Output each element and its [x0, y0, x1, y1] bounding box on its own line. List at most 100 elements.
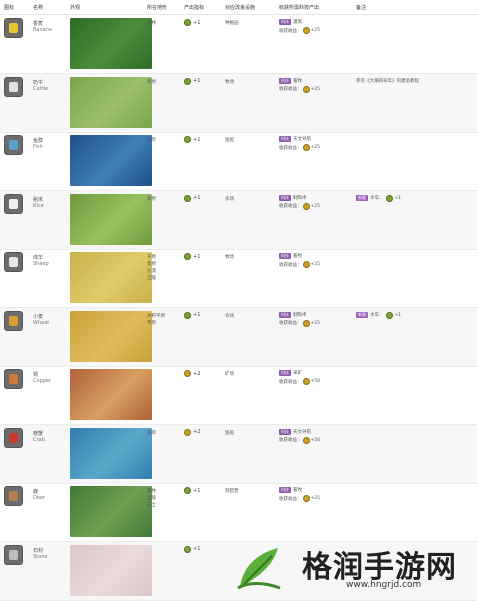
- harvest-value: +25: [310, 496, 321, 501]
- terrain-list: 草原: [147, 79, 156, 86]
- resource-name-cn: 螃蟹: [33, 430, 44, 437]
- watermark: 格润手游网 www.hngrjd.com: [228, 540, 477, 600]
- resource-thumbnail: [70, 427, 152, 479]
- resource-thumbnail: [70, 252, 152, 303]
- resource-symbol: [9, 23, 18, 33]
- resource-name-cn: 小麦: [33, 313, 44, 320]
- harvest-label: 收获收益：: [279, 87, 302, 92]
- resource-name-cn: 奶牛: [33, 79, 44, 86]
- tech-required: 科技 制陶术: [279, 194, 307, 201]
- resource-icon: [4, 486, 23, 506]
- resource-name-en: Sheep: [33, 261, 49, 267]
- terrain-item: 森林: [147, 489, 156, 494]
- tech-required: 科技 采矿: [279, 370, 302, 376]
- harvest-label: 收获收益：: [279, 145, 302, 151]
- harvest: 收获收益： +25: [279, 85, 320, 93]
- gold-coin-icon: [302, 144, 310, 151]
- resource-icon: [4, 76, 23, 97]
- note: 参见《大潮四号年》的建造教程: [356, 78, 419, 84]
- yield-value: +1: [193, 312, 201, 318]
- resource-icon: [4, 252, 23, 272]
- yield-value: +1: [193, 253, 201, 260]
- resource-thumbnail: [70, 135, 152, 186]
- gold-coin-icon: [184, 428, 191, 436]
- resource-name-cn: 绵羊: [33, 255, 44, 261]
- tech-required: 科技 畜牧: [279, 487, 302, 493]
- gold-coin-icon: [184, 545, 191, 553]
- col-appearance: 外观: [70, 5, 81, 11]
- tech-name: 畜牧: [293, 254, 302, 259]
- terrain-item: 平原: [147, 320, 156, 326]
- resource-name-en: Cattle: [33, 85, 48, 92]
- harvest-label: 收获收益：: [279, 321, 302, 326]
- resource-name-cn: 香蕉: [33, 21, 44, 27]
- tech-required: 科技 天文导航: [279, 136, 311, 142]
- tech-required: 科技 天文导航: [279, 428, 311, 435]
- improvement: 牧场: [225, 255, 234, 260]
- table-row: 小麦 Wheat 冲积平原 平原 +1 农场 科技 制陶术 收获收益： +25 新版 水车： +1: [0, 307, 477, 367]
- resource-thumbnail: [70, 193, 152, 245]
- terrain-item: 丘陵: [147, 276, 156, 281]
- harvest: 收获收益： +25: [279, 202, 320, 210]
- terrain-list: 草原: [147, 196, 156, 203]
- harvest-value: +50: [310, 437, 321, 443]
- resource-symbol: [9, 491, 18, 501]
- resource-name-en: Deer: [33, 495, 46, 501]
- terrain-item: 海岸: [147, 138, 156, 143]
- tech-required: 科技 制陶术: [279, 311, 307, 318]
- tech-tag: 科技: [279, 370, 291, 376]
- resource-name-en: Stone: [33, 553, 48, 560]
- leaf-logo-icon: [237, 548, 281, 590]
- note: 新版 水车： +1: [356, 194, 402, 202]
- yield: +2: [184, 428, 201, 436]
- gold-coin-icon: [302, 495, 310, 502]
- col-note: 备注: [356, 5, 367, 11]
- tech-required: 科技 畜牧: [279, 253, 302, 259]
- note-text: 参见《大潮四号年》的建造教程: [356, 78, 419, 84]
- resource-thumbnail: [70, 310, 152, 362]
- yield: +1: [184, 311, 201, 319]
- harvest-label: 收获收益：: [279, 496, 302, 502]
- tech-required: 科技 畜牧: [279, 77, 302, 84]
- resource-name-en: Wheat: [33, 319, 50, 326]
- yield-value: +1: [193, 78, 201, 84]
- tech-name: 畜牧: [293, 78, 302, 84]
- yield: +1: [184, 77, 201, 85]
- terrain-item: 雨林: [147, 21, 156, 26]
- resource-icon: [4, 427, 23, 448]
- note-value: +1: [394, 195, 402, 201]
- food-icon: [385, 311, 393, 319]
- gold-coin-icon: [184, 253, 191, 260]
- yield: +2: [184, 370, 200, 377]
- resource-name-cn: 铜: [33, 372, 39, 378]
- yield-value: +2: [193, 429, 201, 435]
- terrain-list: 平原 草原 沙漠 丘陵: [147, 254, 156, 282]
- col-tech: 收获所需科技产出: [279, 5, 320, 11]
- harvest-value: +25: [310, 28, 321, 33]
- harvest-label: 收获收益：: [279, 379, 302, 385]
- terrain-item: 沙漠: [147, 269, 156, 274]
- resource-name-en: Copper: [33, 378, 52, 384]
- table-row: 绵羊 Sheep 平原 草原 沙漠 丘陵 +1 牧场 科技 畜牧 收获收益： +25: [0, 249, 477, 308]
- yield: +1: [184, 487, 200, 494]
- yield: +1: [184, 253, 200, 260]
- table-row: 鹿 Deer 森林 丘陵 冻土 +1 狩猎营 科技 畜牧 收获收益： +25: [0, 483, 477, 542]
- improvement: 矿场: [225, 372, 234, 377]
- harvest: 收获收益： +50: [279, 378, 320, 385]
- col-name: 名称: [33, 5, 44, 11]
- harvest: 收获收益： +25: [279, 261, 320, 268]
- gold-coin-icon: [302, 261, 310, 268]
- resource-icon: [4, 18, 23, 38]
- harvest-value: +25: [310, 262, 321, 267]
- tech-tag: 科技: [279, 194, 291, 201]
- note-value: +1: [394, 312, 402, 318]
- terrain-list: 海岸: [147, 430, 156, 437]
- gold-coin-icon: [184, 311, 191, 319]
- terrain-item: 草原: [147, 262, 156, 267]
- gold-coin-icon: [184, 370, 191, 377]
- gold-coin-icon: [302, 85, 310, 93]
- resource-name-cn: 石材: [33, 547, 44, 554]
- resource-name-cn: 稻米: [33, 196, 44, 203]
- improvement: 种植园: [225, 21, 239, 26]
- yield: +1: [184, 545, 200, 553]
